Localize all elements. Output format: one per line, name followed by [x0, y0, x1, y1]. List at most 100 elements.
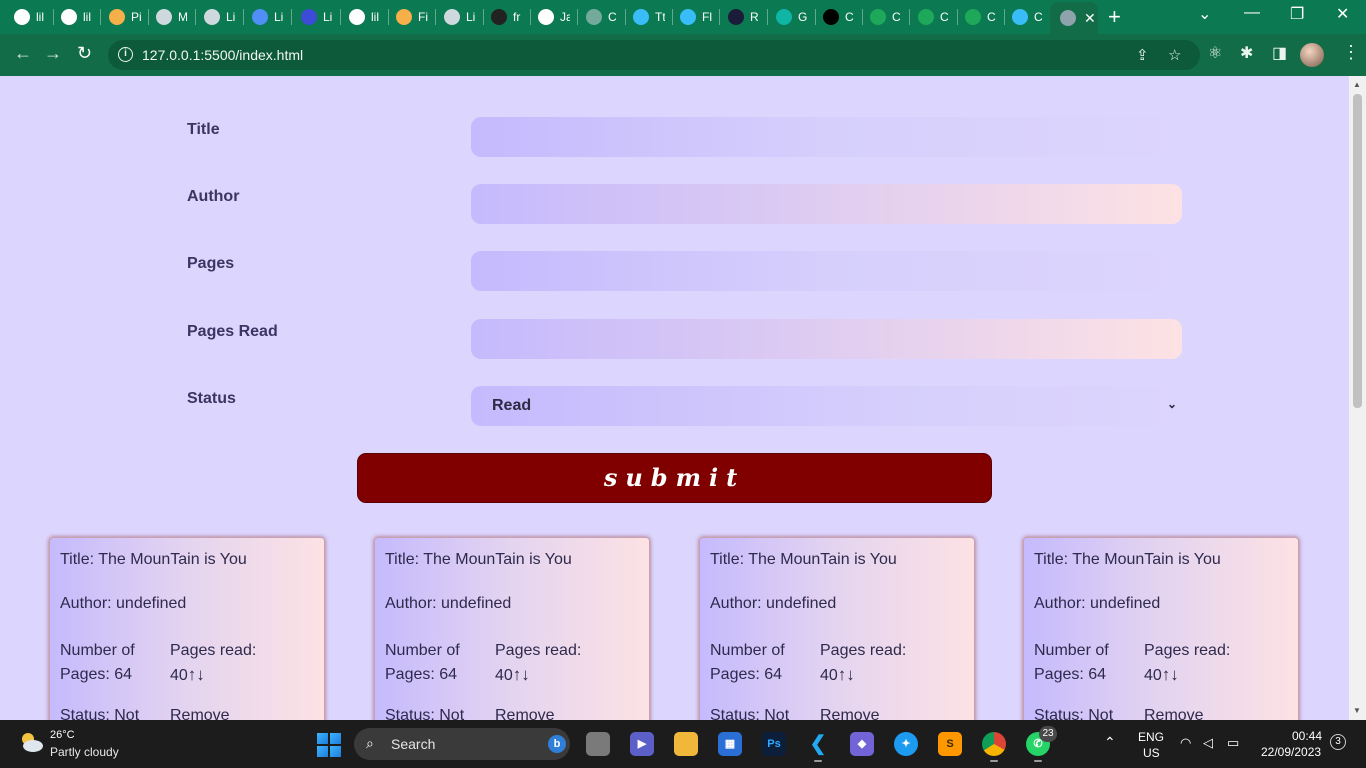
battery-icon[interactable]: ▭ — [1227, 735, 1239, 751]
browser-tab[interactable]: Li — [438, 6, 484, 28]
twitter-icon[interactable]: ✦ — [894, 732, 918, 756]
photoshop-icon[interactable]: Ps — [762, 732, 786, 756]
browser-tab[interactable]: G — [770, 6, 816, 28]
sublime-text-icon[interactable]: S — [938, 732, 962, 756]
tab-search-icon[interactable]: ⌄ — [1198, 4, 1211, 24]
arrow-down-icon[interactable]: ↓ — [1170, 665, 1179, 684]
pages-input[interactable] — [471, 251, 1182, 291]
card-status[interactable]: Status: Not — [1034, 707, 1113, 720]
back-button[interactable]: ← — [14, 43, 32, 64]
browser-tab[interactable]: lil — [343, 6, 389, 28]
browser-tab[interactable]: fr — [485, 6, 531, 28]
page-scrollbar[interactable]: ▲ ▼ — [1349, 76, 1366, 720]
author-input[interactable] — [471, 184, 1182, 224]
bing-icon[interactable]: b — [548, 735, 566, 753]
extensions-icon[interactable]: ✱ — [1240, 43, 1253, 63]
tab-separator — [767, 9, 768, 25]
side-panel-icon[interactable]: ◨ — [1272, 43, 1287, 63]
vscode-icon[interactable]: ❮ — [806, 732, 830, 762]
scroll-up-icon[interactable]: ▲ — [1353, 80, 1361, 89]
book-card: Title: The MounTain is You Author: undefi… — [374, 537, 650, 720]
submit-button[interactable]: submit — [357, 453, 992, 503]
browser-tab[interactable]: C — [1006, 6, 1052, 28]
remove-button[interactable]: Remove — [820, 707, 880, 720]
browser-tab[interactable]: Tt — [627, 6, 673, 28]
arrow-down-icon[interactable]: ↓ — [521, 665, 530, 684]
scroll-down-icon[interactable]: ▼ — [1353, 706, 1361, 715]
restore-button[interactable]: ❐ — [1290, 4, 1304, 24]
browser-tab[interactable]: Li — [295, 6, 341, 28]
card-pages-read-value: 40 — [170, 667, 188, 684]
weather-description[interactable]: Partly cloudy — [50, 745, 119, 759]
minimize-button[interactable]: — — [1244, 4, 1260, 22]
scrollbar-thumb[interactable] — [1353, 94, 1362, 408]
tab-title: lil — [36, 10, 44, 24]
browser-tab[interactable]: R — [722, 6, 768, 28]
arrow-down-icon[interactable]: ↓ — [196, 665, 205, 684]
browser-tab[interactable]: C — [864, 6, 910, 28]
close-tab-icon[interactable]: ✕ — [1084, 10, 1096, 27]
wifi-icon[interactable]: ◠ — [1180, 735, 1191, 751]
remove-button[interactable]: Remove — [495, 707, 555, 720]
partly-cloudy-icon[interactable] — [18, 730, 44, 754]
card-author: Author: undefined — [385, 595, 512, 612]
card-status[interactable]: Status: Not — [385, 707, 464, 720]
taskbar-search[interactable]: ⌕ Search b — [354, 728, 570, 760]
card-title: Title: The MounTain is You — [710, 551, 897, 568]
new-tab-button[interactable]: + — [1108, 4, 1121, 30]
arrow-down-icon[interactable]: ↓ — [846, 665, 855, 684]
browser-tab[interactable]: C — [912, 6, 958, 28]
card-status[interactable]: Status: Not — [60, 707, 139, 720]
card-status[interactable]: Status: Not — [710, 707, 789, 720]
pages-read-input[interactable] — [471, 319, 1182, 359]
title-input[interactable] — [471, 117, 1182, 157]
dev-app-icon[interactable]: ◆ — [850, 732, 874, 756]
start-button[interactable] — [317, 733, 341, 757]
github-icon — [349, 9, 365, 25]
browser-tab[interactable]: C — [959, 6, 1005, 28]
browser-tab[interactable]: Pi — [103, 6, 149, 28]
status-select[interactable]: Read ⌄ — [471, 386, 1182, 426]
remove-button[interactable]: Remove — [170, 707, 230, 720]
browser-tab[interactable]: Fl — [674, 6, 720, 28]
browser-tab[interactable]: Li — [198, 6, 244, 28]
chrome-icon[interactable] — [982, 732, 1006, 762]
browser-tab[interactable]: lil — [8, 6, 54, 28]
weather-temperature[interactable]: 26°C — [50, 729, 75, 741]
browser-tab[interactable]: Fi — [390, 6, 436, 28]
reload-button[interactable]: ↻ — [77, 43, 92, 64]
microsoft-store-icon[interactable]: ▦ — [718, 732, 742, 756]
react-devtools-icon[interactable]: ⚛ — [1208, 43, 1222, 63]
clock-time[interactable]: 00:44 — [1292, 729, 1322, 743]
volume-icon[interactable]: ◁ — [1203, 735, 1213, 751]
clock-date[interactable]: 22/09/2023 — [1261, 745, 1321, 759]
notification-count[interactable]: 3 — [1330, 734, 1346, 750]
browser-tab[interactable]: lil — [55, 6, 101, 28]
address-bar[interactable]: i 127.0.0.1:5500/index.html ⇪ ☆ — [108, 40, 1200, 70]
browser-tab[interactable]: Li — [246, 6, 292, 28]
menu-icon[interactable]: ⋮ — [1342, 42, 1360, 63]
url-text[interactable]: 127.0.0.1:5500/index.html — [142, 47, 303, 63]
browser-tab[interactable]: C — [817, 6, 863, 28]
tab-active[interactable]: ✕ — [1050, 2, 1098, 34]
forward-button[interactable]: → — [44, 43, 62, 64]
tab-separator — [100, 9, 101, 25]
browser-tab[interactable]: M — [150, 6, 196, 28]
book-card: Title: The MounTain is You Author: undefi… — [699, 537, 975, 720]
keyboard-layout[interactable]: US — [1143, 746, 1160, 760]
site-info-icon[interactable]: i — [118, 47, 133, 62]
language-indicator[interactable]: ENG — [1138, 730, 1164, 744]
close-window-button[interactable]: ✕ — [1336, 4, 1349, 24]
bookmark-star-icon[interactable]: ☆ — [1168, 46, 1181, 64]
profile-avatar[interactable] — [1300, 43, 1324, 67]
teams-icon[interactable]: ▶ — [630, 732, 654, 756]
file-explorer-icon[interactable] — [674, 732, 698, 756]
tray-overflow-icon[interactable]: ⌃ — [1104, 734, 1116, 751]
task-view-icon[interactable] — [586, 732, 610, 756]
github-icon — [61, 9, 77, 25]
remove-button[interactable]: Remove — [1144, 707, 1204, 720]
card-pages-read: Pages read: 40↑↓ — [170, 639, 256, 688]
browser-tab[interactable]: C — [580, 6, 626, 28]
share-icon[interactable]: ⇪ — [1136, 46, 1149, 64]
browser-tab[interactable]: Ja — [532, 6, 578, 28]
